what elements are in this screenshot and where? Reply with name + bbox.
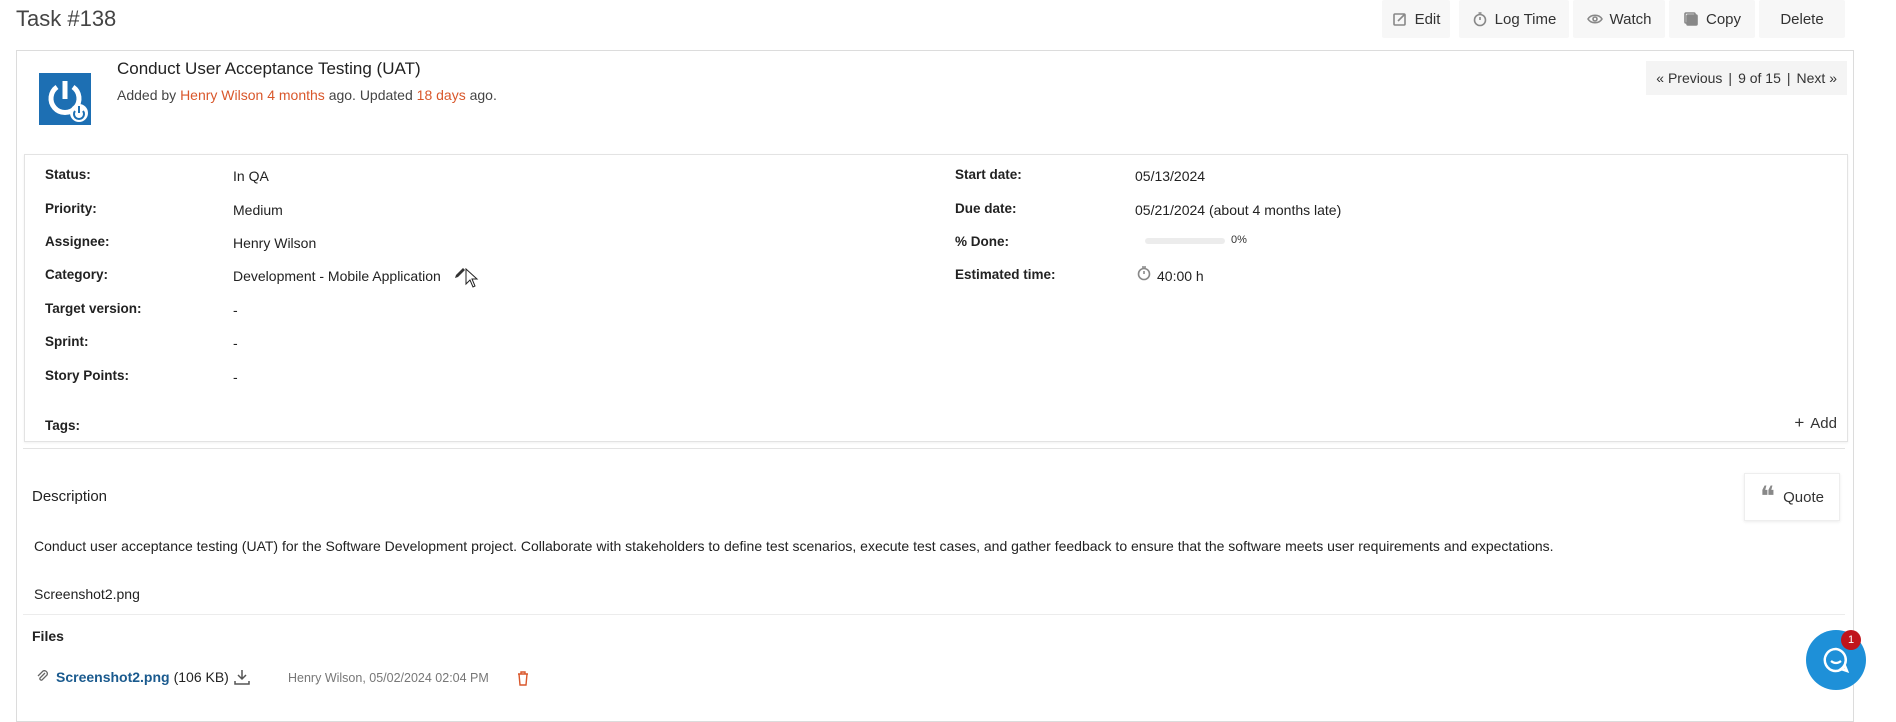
- pager-separator: |: [1786, 70, 1791, 86]
- byline-prefix: Added by: [117, 87, 177, 103]
- task-subject: Conduct User Acceptance Testing (UAT): [117, 59, 421, 78]
- delete-button[interactable]: Delete: [1759, 0, 1845, 38]
- add-tag-label: Add: [1810, 414, 1837, 432]
- done-ratio-label: % Done:: [955, 234, 1009, 249]
- description-text: Conduct user acceptance testing (UAT) fo…: [34, 538, 1554, 554]
- avatar: [39, 73, 91, 125]
- estimated-time-value: 40:00 h: [1157, 268, 1204, 284]
- next-link[interactable]: Next »: [1797, 70, 1837, 86]
- quote-label: Quote: [1783, 488, 1824, 506]
- edit-button[interactable]: Edit: [1382, 0, 1450, 38]
- estimated-time-label: Estimated time:: [955, 267, 1056, 282]
- story-points-label: Story Points:: [45, 368, 130, 383]
- file-item: Screenshot2.png (106 KB): [36, 668, 251, 686]
- byline-suffix: ago.: [469, 87, 497, 103]
- stopwatch-icon: [1473, 12, 1486, 27]
- copy-button[interactable]: Copy: [1669, 0, 1755, 38]
- download-icon[interactable]: [233, 668, 251, 686]
- issue-pager: « Previous | 9 of 15 | Next »: [1646, 61, 1847, 95]
- quote-icon: ❝: [1760, 480, 1776, 513]
- quote-button[interactable]: ❝ Quote: [1744, 473, 1840, 521]
- copy-icon: [1684, 12, 1698, 26]
- log-time-label: Log Time: [1494, 10, 1557, 28]
- file-size: (106 KB): [173, 669, 229, 685]
- delete-label: Delete: [1780, 10, 1824, 28]
- task-byline: Added by Henry Wilson 4 months ago. Upda…: [117, 87, 497, 103]
- status-label: Status:: [45, 167, 91, 182]
- task-panel: Conduct User Acceptance Testing (UAT) Ad…: [16, 50, 1854, 722]
- log-time-button[interactable]: Log Time: [1459, 0, 1569, 38]
- assignee-label: Assignee:: [45, 234, 110, 249]
- chat-icon: [1823, 647, 1850, 674]
- watch-label: Watch: [1609, 10, 1652, 28]
- progress-bar: [1145, 238, 1225, 244]
- start-date-value: 05/13/2024: [1135, 168, 1206, 184]
- assignee-link[interactable]: Henry Wilson: [233, 235, 316, 251]
- due-date-value: 05/21/2024 (about 4 months late): [1135, 202, 1342, 218]
- pager-position: 9 of 15: [1738, 70, 1781, 86]
- section-divider: [23, 448, 1845, 449]
- progress-percent: 0%: [1231, 234, 1247, 246]
- category-label: Category:: [45, 267, 109, 282]
- sprint-label: Sprint:: [45, 334, 89, 349]
- due-date-label: Due date:: [955, 201, 1017, 216]
- eye-icon: [1586, 14, 1603, 24]
- target-version-label: Target version:: [45, 301, 142, 316]
- trash-icon[interactable]: [516, 670, 530, 686]
- edit-label: Edit: [1414, 10, 1441, 28]
- story-points-value: -: [233, 369, 238, 385]
- page-title: Task #138: [16, 6, 117, 31]
- pager-separator: |: [1728, 70, 1733, 86]
- description-heading: Description: [32, 488, 108, 505]
- author-link[interactable]: Henry Wilson: [180, 87, 263, 103]
- target-version-value: -: [233, 302, 238, 318]
- add-tag-button[interactable]: + Add: [1794, 413, 1837, 433]
- paperclip-icon: [37, 670, 48, 681]
- status-value: In QA: [233, 168, 269, 184]
- start-date-label: Start date:: [955, 167, 1022, 182]
- priority-label: Priority:: [45, 201, 97, 216]
- category-value: Development - Mobile Application: [233, 268, 441, 284]
- attributes-box: Status: In QA Priority: Medium Assignee:…: [24, 154, 1848, 442]
- stopwatch-icon: [1137, 266, 1151, 281]
- files-divider: [23, 614, 1845, 615]
- mouse-cursor-icon: [465, 268, 479, 288]
- priority-value: Medium: [233, 202, 283, 218]
- copy-label: Copy: [1705, 10, 1742, 28]
- description-attachment-ref: Screenshot2.png: [34, 586, 140, 602]
- byline-updated: ago. Updated: [328, 87, 413, 103]
- previous-link[interactable]: « Previous: [1656, 70, 1722, 86]
- notification-badge: 1: [1841, 630, 1861, 650]
- tags-label: Tags:: [45, 418, 81, 433]
- file-meta: Henry Wilson, 05/02/2024 02:04 PM: [288, 671, 489, 685]
- files-heading: Files: [32, 628, 64, 644]
- sprint-value: -: [233, 335, 238, 351]
- created-ago-link[interactable]: 4 months: [267, 87, 325, 103]
- avatar-power-icon: [39, 73, 91, 125]
- watch-button[interactable]: Watch: [1573, 0, 1665, 38]
- file-name-link[interactable]: Screenshot2.png: [56, 669, 170, 685]
- edit-icon: [1392, 13, 1406, 26]
- plus-icon: +: [1794, 413, 1805, 432]
- updated-ago-link[interactable]: 18 days: [417, 87, 466, 103]
